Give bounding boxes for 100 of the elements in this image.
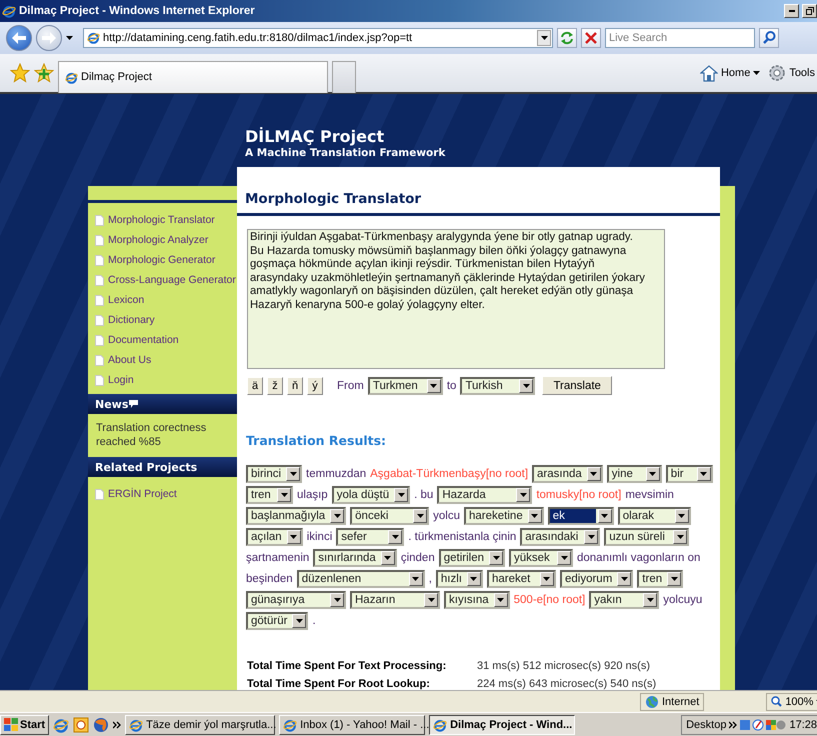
back-button[interactable] bbox=[6, 24, 32, 51]
character-button[interactable]: ä bbox=[247, 376, 263, 395]
dropdown-arrow-icon bbox=[646, 598, 654, 602]
dropdown-arrow-icon bbox=[649, 472, 656, 476]
tools-button[interactable]: Tools bbox=[766, 64, 817, 82]
word-select[interactable]: birinci bbox=[246, 465, 302, 484]
browser-icon bbox=[53, 716, 70, 733]
character-button[interactable]: ž bbox=[267, 376, 283, 395]
search-button[interactable] bbox=[759, 28, 779, 48]
word-select[interactable]: ediyorum bbox=[560, 570, 634, 588]
desktop-label[interactable]: Desktop bbox=[686, 718, 726, 731]
character-button[interactable]: ň bbox=[287, 376, 303, 395]
dropdown-arrow-icon bbox=[290, 472, 297, 476]
word-select[interactable]: götürür bbox=[246, 612, 308, 630]
news-heading-text: News bbox=[95, 398, 128, 411]
word-select[interactable]: yine bbox=[606, 465, 662, 484]
dropdown-arrow-icon bbox=[497, 598, 504, 602]
source-language-select[interactable]: Turkmen bbox=[368, 376, 443, 395]
start-button[interactable]: Start bbox=[0, 714, 50, 735]
chevron-icon[interactable] bbox=[113, 720, 122, 729]
word-select[interactable]: bir bbox=[666, 465, 713, 484]
dropdown-arrow-icon bbox=[296, 619, 303, 624]
translated-word: şartnamenin bbox=[246, 552, 310, 564]
translated-word: ulaşıp bbox=[297, 489, 328, 502]
minimize-button[interactable] bbox=[784, 4, 799, 18]
word-select[interactable]: Hazarda bbox=[437, 486, 532, 504]
taskbar-button[interactable]: Dilmaç Project - Wind... bbox=[429, 714, 576, 735]
minimize-icon bbox=[788, 10, 794, 12]
sidebar-link[interactable]: Cross-Language Generator bbox=[95, 270, 236, 290]
word-select[interactable]: Hazarın bbox=[350, 591, 440, 610]
word-select[interactable]: tren bbox=[246, 486, 293, 504]
character-button[interactable]: ý bbox=[307, 376, 323, 395]
translated-word: temmuzdan bbox=[306, 468, 366, 480]
zoom-control[interactable]: 100% bbox=[766, 692, 817, 711]
windows-logo-icon bbox=[4, 718, 18, 732]
word-select[interactable]: önceki bbox=[350, 507, 430, 526]
page-icon bbox=[95, 374, 104, 386]
sidebar-link[interactable]: Morphologic Analyzer bbox=[95, 230, 208, 250]
search-icon bbox=[762, 31, 776, 44]
dropdown-arrow-icon bbox=[428, 598, 434, 602]
translate-button[interactable]: Translate bbox=[542, 376, 612, 396]
translated-word: beşinden bbox=[246, 573, 293, 586]
sidebar-link[interactable]: About Us bbox=[95, 350, 152, 370]
favorites-star-icon[interactable] bbox=[10, 62, 30, 83]
word-select[interactable]: arasındaki bbox=[520, 528, 600, 546]
translated-word: . bu bbox=[414, 489, 434, 502]
sidebar-link[interactable]: Morphologic Translator bbox=[95, 210, 215, 230]
chevron-icon[interactable] bbox=[729, 720, 738, 729]
word-select[interactable]: kıyısına bbox=[444, 591, 510, 610]
restore-button[interactable] bbox=[802, 4, 817, 18]
home-dropdown-icon bbox=[753, 70, 760, 75]
project-link[interactable]: ERGİN Project bbox=[95, 484, 177, 504]
input-field[interactable]: Birinji iýuldan Aşgabat-Türkmenbaşy aralygynda ýene bir otly gatnap ugrady. Bu Hazarda tomusky möwsümiň başlanmagy bilen öňki ýolagçy gatnawyna goşmaça hökmünde açylan ikinji reýsdir. Türkmenistan bilen Hytaýyň arasyndaky uzakmöhletleýin şertnamanyň çäklerinde Hytaýdan getirilen ýokary amatlykly wagonlaryň on bäşisinden düzülen, çalt hereket edýän otly günaşa Hazaryň kenaryna 500-e golaý ýolagçyny elter. bbox=[247, 229, 665, 370]
sidebar-link[interactable]: Dictionary bbox=[95, 310, 155, 330]
word-select[interactable]: sefer bbox=[336, 528, 404, 546]
word-select[interactable]: sınırlarında bbox=[313, 549, 397, 568]
refresh-button[interactable] bbox=[557, 28, 577, 48]
browser-tab[interactable]: Dilmaç Project bbox=[58, 60, 328, 93]
unknown-word: 500-e[no root] bbox=[514, 594, 586, 606]
search-field[interactable]: Live Search bbox=[605, 28, 755, 48]
dropdown-arrow-icon bbox=[522, 384, 530, 388]
word-select[interactable]: açılan bbox=[246, 528, 303, 546]
word-select[interactable]: hızlı bbox=[436, 570, 483, 588]
word-select[interactable]: ek bbox=[548, 507, 614, 526]
word-select[interactable]: yola düştü bbox=[332, 486, 410, 504]
related-projects-heading-text: Related Projects bbox=[95, 460, 198, 474]
forward-button[interactable] bbox=[36, 24, 62, 51]
history-dropdown-icon bbox=[66, 36, 73, 40]
sidebar-link[interactable]: Lexicon bbox=[95, 290, 144, 310]
word-select[interactable]: yüksek bbox=[509, 549, 573, 568]
sidebar-link[interactable]: Morphologic Generator bbox=[95, 250, 216, 270]
word-select[interactable]: hareketine bbox=[464, 507, 544, 526]
page-icon bbox=[95, 234, 104, 246]
fox-globe-icon[interactable] bbox=[93, 716, 110, 733]
timing-value: 31 ms(s) 512 microsec(s) 920 ns(s) bbox=[477, 660, 651, 672]
stop-button[interactable] bbox=[581, 28, 601, 48]
target-language-select[interactable]: Turkish bbox=[460, 376, 536, 395]
word-select[interactable]: arasında bbox=[532, 465, 603, 484]
word-select[interactable]: hareket bbox=[486, 570, 556, 588]
globe-icon bbox=[645, 694, 659, 709]
word-select[interactable]: getirilen bbox=[438, 549, 505, 568]
translated-word: ikinci bbox=[306, 531, 332, 544]
word-select[interactable]: günaşırıya bbox=[246, 591, 346, 610]
page-icon bbox=[95, 354, 104, 366]
home-button[interactable]: Home bbox=[698, 64, 762, 82]
word-select[interactable]: yakın bbox=[589, 591, 660, 610]
add-favorite-icon[interactable] bbox=[34, 62, 54, 83]
word-select[interactable]: tren bbox=[637, 570, 684, 588]
tray-icons-drawing[interactable] bbox=[740, 718, 786, 732]
word-select[interactable]: uzun süreli bbox=[604, 528, 690, 546]
browser-icon bbox=[2, 4, 16, 18]
word-select[interactable]: düzenlenen bbox=[296, 570, 425, 588]
to-label: to bbox=[446, 380, 456, 392]
word-select[interactable]: olarak bbox=[618, 507, 691, 526]
address-field[interactable]: http://datamining.ceng.fatih.edu.tr:8180/dilmac1/index.jsp?op=tt bbox=[83, 28, 553, 48]
clock-app-icon[interactable] bbox=[73, 716, 90, 733]
sidebar-link[interactable]: Documentation bbox=[95, 330, 179, 350]
word-select[interactable]: başlanmağıyla bbox=[246, 507, 346, 526]
sidebar-link[interactable]: Login bbox=[95, 370, 134, 390]
page-icon bbox=[95, 314, 104, 326]
